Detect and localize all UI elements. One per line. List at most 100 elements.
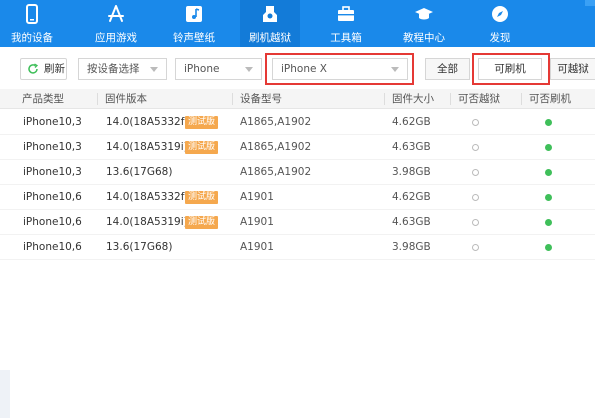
cell-device-model: A1865,A1902 bbox=[240, 116, 312, 128]
nav-label: 教程中心 bbox=[403, 32, 445, 44]
header-label: 固件大小 bbox=[392, 93, 434, 105]
app-store-icon bbox=[108, 5, 124, 22]
cell-firmware: 14.0(18A5319i) bbox=[106, 216, 188, 228]
table-row[interactable]: iPhone10,3 14.0(18A5319i) 测试版 A1865,A190… bbox=[0, 135, 595, 160]
column-divider bbox=[232, 93, 233, 105]
header-label: 可否越狱 bbox=[458, 93, 500, 105]
cell-product-type: iPhone10,3 bbox=[23, 116, 82, 128]
flash-yes-indicator bbox=[545, 169, 552, 176]
filter-all-button[interactable]: 全部 bbox=[425, 58, 470, 80]
table-header: 产品类型 固件版本 设备型号 固件大小 可否越狱 可否刷机 bbox=[0, 89, 595, 109]
table-row[interactable]: iPhone10,6 14.0(18A5332f) 测试版 A1901 4.62… bbox=[0, 185, 595, 210]
jailbreak-no-indicator bbox=[472, 219, 479, 226]
beta-badge: 测试版 bbox=[185, 116, 219, 129]
cell-device-model: A1901 bbox=[240, 191, 274, 203]
nav-label: 工具箱 bbox=[330, 32, 362, 44]
cell-product-type: iPhone10,3 bbox=[23, 166, 82, 178]
sidebar-edge bbox=[0, 370, 10, 418]
cell-device-model: A1901 bbox=[240, 241, 274, 253]
graduation-cap-icon bbox=[415, 8, 433, 20]
flash-yes-indicator bbox=[545, 119, 552, 126]
cell-size: 4.62GB bbox=[392, 191, 431, 203]
cell-firmware: 14.0(18A5332f) bbox=[106, 191, 189, 203]
jailbreak-no-indicator bbox=[472, 144, 479, 151]
jailbreak-no-indicator bbox=[472, 169, 479, 176]
nav-label: 我的设备 bbox=[11, 32, 53, 44]
header-label: 产品类型 bbox=[22, 93, 64, 105]
nav-ringtones-wallpapers[interactable]: 铃声壁纸 bbox=[168, 0, 220, 47]
cell-firmware: 14.0(18A5319i) bbox=[106, 141, 188, 153]
column-divider bbox=[450, 93, 451, 105]
compass-icon bbox=[492, 6, 508, 22]
filter-jailbreak-button[interactable]: 可越狱 bbox=[550, 58, 595, 80]
header-jailbreakable[interactable]: 可否越狱 bbox=[450, 89, 500, 109]
flash-yes-indicator bbox=[545, 244, 552, 251]
highlight-box-flashable bbox=[472, 53, 550, 85]
top-nav: 我的设备 应用游戏 铃声壁纸 刷机越狱 工具箱 教程中心 发现 bbox=[0, 0, 595, 47]
header-firmware[interactable]: 固件版本 bbox=[97, 89, 147, 109]
header-label: 可否刷机 bbox=[529, 93, 571, 105]
music-icon bbox=[186, 6, 202, 22]
flash-yes-indicator bbox=[545, 219, 552, 226]
cell-product-type: iPhone10,3 bbox=[23, 141, 82, 153]
cell-size: 4.63GB bbox=[392, 141, 431, 153]
nav-label: 铃声壁纸 bbox=[173, 32, 215, 44]
flash-icon bbox=[263, 6, 277, 22]
window-control[interactable] bbox=[585, 0, 595, 6]
model-select-value: iPhone bbox=[184, 63, 220, 75]
highlight-box-model bbox=[265, 53, 414, 85]
header-label: 固件版本 bbox=[105, 93, 147, 105]
jailbreak-no-indicator bbox=[472, 119, 479, 126]
cell-product-type: iPhone10,6 bbox=[23, 191, 82, 203]
device-select-value: 按设备选择 bbox=[87, 63, 140, 75]
header-product-type[interactable]: 产品类型 bbox=[14, 89, 64, 109]
header-label: 设备型号 bbox=[240, 93, 282, 105]
nav-discover[interactable]: 发现 bbox=[478, 0, 522, 47]
table-row[interactable]: iPhone10,6 14.0(18A5319i) 测试版 A1901 4.63… bbox=[0, 210, 595, 235]
cell-device-model: A1901 bbox=[240, 216, 274, 228]
nav-label: 应用游戏 bbox=[95, 32, 137, 44]
table-row[interactable]: iPhone10,3 14.0(18A5332f) 测试版 A1865,A190… bbox=[0, 110, 595, 135]
device-select[interactable]: 按设备选择 bbox=[78, 58, 167, 80]
refresh-label: 刷新 bbox=[44, 63, 65, 75]
nav-my-device[interactable]: 我的设备 bbox=[8, 0, 56, 47]
flash-yes-indicator bbox=[545, 144, 552, 151]
cell-size: 3.98GB bbox=[392, 166, 431, 178]
chevron-down-icon bbox=[245, 67, 253, 72]
toolbox-icon bbox=[338, 6, 354, 21]
refresh-icon bbox=[28, 63, 39, 74]
nav-flash-jailbreak[interactable]: 刷机越狱 bbox=[240, 0, 300, 47]
jailbreak-no-indicator bbox=[472, 244, 479, 251]
cell-product-type: iPhone10,6 bbox=[23, 241, 82, 253]
cell-product-type: iPhone10,6 bbox=[23, 216, 82, 228]
cell-firmware: 13.6(17G68) bbox=[106, 241, 173, 253]
chevron-down-icon bbox=[150, 67, 158, 72]
header-flashable[interactable]: 可否刷机 bbox=[521, 89, 571, 109]
refresh-button[interactable]: 刷新 bbox=[20, 58, 67, 80]
beta-badge: 测试版 bbox=[185, 216, 219, 229]
flash-yes-indicator bbox=[545, 194, 552, 201]
model-select[interactable]: iPhone bbox=[175, 58, 262, 80]
cell-size: 4.62GB bbox=[392, 116, 431, 128]
cell-size: 3.98GB bbox=[392, 241, 431, 253]
column-divider bbox=[384, 93, 385, 105]
nav-tutorial-center[interactable]: 教程中心 bbox=[398, 0, 450, 47]
cell-device-model: A1865,A1902 bbox=[240, 166, 312, 178]
nav-label: 发现 bbox=[489, 32, 511, 44]
cell-size: 4.63GB bbox=[392, 216, 431, 228]
phone-icon bbox=[26, 4, 38, 24]
jailbreak-no-indicator bbox=[472, 194, 479, 201]
cell-firmware: 14.0(18A5332f) bbox=[106, 116, 189, 128]
beta-badge: 测试版 bbox=[185, 191, 219, 204]
cell-device-model: A1865,A1902 bbox=[240, 141, 312, 153]
table-row[interactable]: iPhone10,6 13.6(17G68) A1901 3.98GB bbox=[0, 235, 595, 260]
nav-apps-games[interactable]: 应用游戏 bbox=[90, 0, 142, 47]
nav-toolbox[interactable]: 工具箱 bbox=[322, 0, 370, 47]
header-firmware-size[interactable]: 固件大小 bbox=[384, 89, 434, 109]
column-divider bbox=[97, 93, 98, 105]
header-device-model[interactable]: 设备型号 bbox=[232, 89, 282, 109]
column-divider bbox=[521, 93, 522, 105]
cell-firmware: 13.6(17G68) bbox=[106, 166, 173, 178]
nav-label: 刷机越狱 bbox=[249, 32, 291, 44]
table-row[interactable]: iPhone10,3 13.6(17G68) A1865,A1902 3.98G… bbox=[0, 160, 595, 185]
